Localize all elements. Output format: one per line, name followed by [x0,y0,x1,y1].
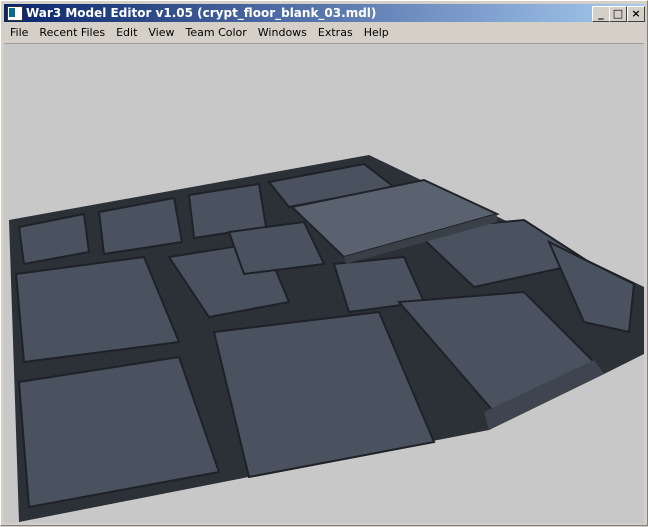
floor-model [9,155,644,522]
menu-help[interactable]: Help [358,23,394,42]
app-window: War3 Model Editor v1.05 (crypt_floor_bla… [0,0,648,526]
menu-view[interactable]: View [142,23,179,42]
close-button[interactable]: × [627,6,645,22]
maximize-button[interactable]: □ [609,6,627,22]
menu-edit[interactable]: Edit [110,23,142,42]
menu-windows[interactable]: Windows [252,23,312,42]
menu-team-color[interactable]: Team Color [180,23,252,42]
menu-extras[interactable]: Extras [312,23,358,42]
3d-viewport[interactable] [4,43,644,523]
menu-file[interactable]: File [4,23,33,42]
app-icon [7,6,23,21]
menu-bar: File Recent Files Edit View Team Color W… [4,23,394,42]
minimize-button[interactable]: _ [592,6,610,22]
menu-recent-files[interactable]: Recent Files [33,23,110,42]
window-title: War3 Model Editor v1.05 (crypt_floor_bla… [26,6,377,20]
title-bar[interactable]: War3 Model Editor v1.05 (crypt_floor_bla… [4,4,645,22]
